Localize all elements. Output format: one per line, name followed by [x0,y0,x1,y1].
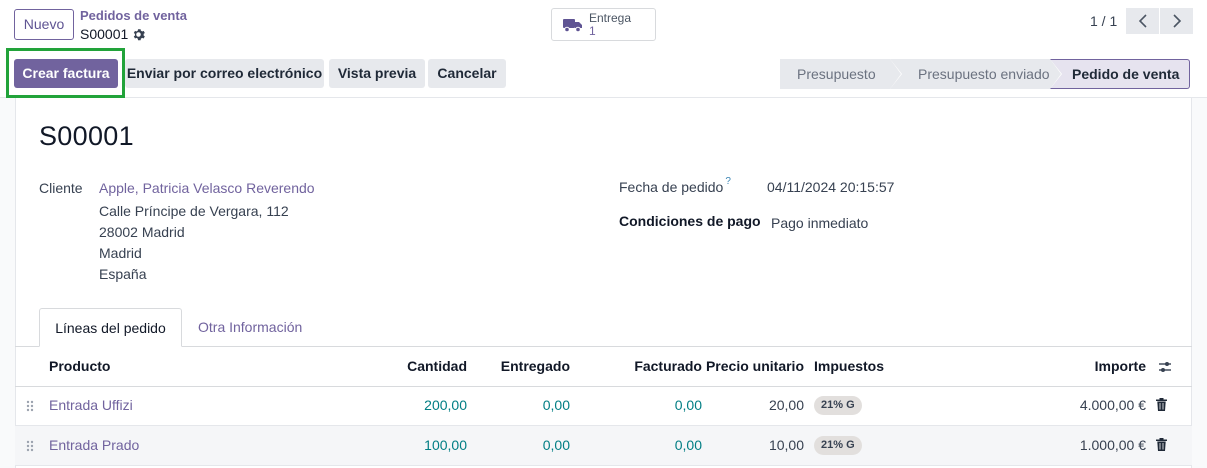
payment-terms-field[interactable]: Pago inmediato [771,215,868,231]
delivered-cell[interactable]: 0,00 [470,437,570,453]
notebook-tabs: Líneas del pedido Otra Información [15,308,1192,347]
smart-button-value: 1 [589,23,596,38]
address-line: 28002 Madrid [99,224,185,240]
pager-value[interactable]: 1 / 1 [1090,12,1117,30]
send-email-button[interactable]: Enviar por correo electrónico [125,59,324,88]
trash-icon[interactable] [1156,398,1167,411]
pager-buttons [1126,8,1193,34]
table-row[interactable]: Entrada Uffizi 200,00 0,00 0,00 20,00 21… [15,386,1192,426]
gear-icon[interactable] [132,28,146,41]
customer-link[interactable]: Apple, Patricia Velasco Reverendo [99,180,315,196]
column-amount[interactable]: Importe [1046,358,1146,374]
delivery-smart-button[interactable]: Entrega 1 [551,8,656,41]
customer-label: Cliente [39,180,83,196]
pager-previous-button[interactable] [1126,8,1159,34]
order-date-label-text: Fecha de pedido [619,179,724,195]
tab-order-lines[interactable]: Líneas del pedido [39,308,182,347]
tax-badge[interactable]: 21% G [814,436,862,455]
product-cell[interactable]: Entrada Uffizi [49,397,133,413]
breadcrumb: Pedidos de venta S00001 [80,8,187,43]
payment-terms-label: Condiciones de pago [619,213,761,229]
preview-button[interactable]: Vista previa [329,59,425,88]
highlight-box [6,48,125,98]
record-title: S00001 [39,121,134,151]
stage-quotation[interactable]: Presupuesto [780,59,902,89]
tax-badge[interactable]: 21% G [814,396,862,415]
column-unit-price[interactable]: Precio unitario [684,358,804,374]
control-panel: Nuevo Pedidos de venta S00001 Entrega 1 … [0,0,1207,58]
stage-quotation-sent[interactable]: Presupuesto enviado [890,59,1062,89]
amount-cell: 4.000,00 € [1079,397,1146,413]
stage-sales-order[interactable]: Pedido de venta [1050,59,1190,89]
help-icon[interactable]: ? [725,176,731,187]
column-product[interactable]: Producto [49,358,110,374]
pager-next-button[interactable] [1160,8,1193,34]
drag-handle-icon[interactable] [26,439,34,452]
tab-other-info[interactable]: Otra Información [198,308,302,347]
unit-price-cell[interactable]: 10,00 [684,437,804,453]
column-delivered[interactable]: Entregado [470,358,570,374]
chevron-right-icon [1172,14,1181,28]
statusbar: Crear factura Enviar por correo electrón… [0,58,1207,98]
trash-icon[interactable] [1156,438,1167,451]
breadcrumb-current: S00001 [80,26,129,42]
drag-handle-icon[interactable] [26,399,34,412]
quantity-cell[interactable]: 200,00 [367,397,467,413]
cancel-button[interactable]: Cancelar [428,59,506,88]
order-date-field[interactable]: 04/11/2024 20:15:57 [767,179,894,195]
table-row[interactable]: Entrada Prado 100,00 0,00 0,00 10,00 21%… [15,426,1192,466]
column-taxes[interactable]: Impuestos [814,358,884,374]
table-header: Producto Cantidad Entregado Facturado Pr… [15,347,1192,387]
product-cell[interactable]: Entrada Prado [49,437,139,453]
address-line: Madrid [99,245,142,261]
smart-button-label: Entrega [589,10,632,25]
amount-cell: 1.000,00 € [1079,437,1146,453]
truck-icon [563,17,583,33]
unit-price-cell[interactable]: 20,00 [684,397,804,413]
optional-columns-icon[interactable] [1158,360,1172,374]
address-line: España [99,266,147,282]
delivered-cell[interactable]: 0,00 [470,397,570,413]
order-date-label: Fecha de pedido? [619,176,731,195]
address-line: Calle Príncipe de Vergara, 112 [99,203,289,219]
column-quantity[interactable]: Cantidad [367,358,467,374]
breadcrumb-parent-link[interactable]: Pedidos de venta [80,8,187,24]
chevron-left-icon [1138,14,1147,28]
status-stages: Presupuesto Presupuesto enviado Pedido d… [780,59,1190,89]
new-button[interactable]: Nuevo [14,9,74,40]
quantity-cell[interactable]: 100,00 [367,437,467,453]
